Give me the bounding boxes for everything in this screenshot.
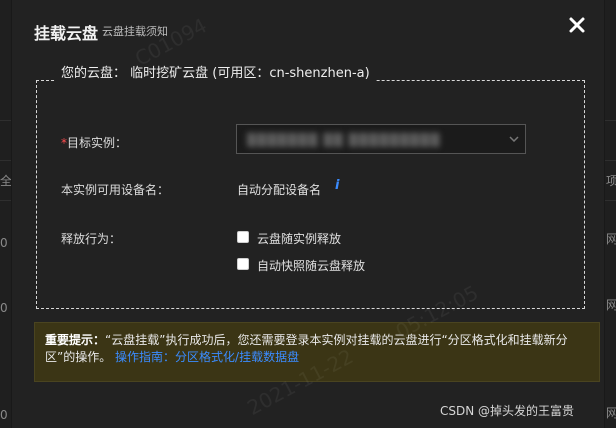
- background-text: 全: [0, 174, 13, 188]
- device-name-label: 本实例可用设备名：: [61, 183, 170, 197]
- auto-snapshot-release-label[interactable]: 自动快照随云盘释放: [257, 257, 365, 274]
- background-text: 网: [606, 406, 616, 420]
- release-behavior-label: 释放行为：: [61, 232, 122, 246]
- background-text: 网: [606, 232, 616, 246]
- device-name-value: 自动分配设备名: [237, 183, 322, 197]
- operation-guide-link[interactable]: 操作指南：分区格式化/挂载数据盘: [115, 350, 299, 364]
- release-with-instance-label[interactable]: 云盘随实例释放: [257, 230, 341, 247]
- close-button[interactable]: [567, 15, 587, 35]
- chevron-down-icon: [509, 136, 519, 142]
- disk-legend: 您的云盘： 临时挖矿云盘 (可用区：cn-shenzhen-a): [55, 62, 376, 81]
- tip-heading: 重要提示：: [45, 333, 106, 347]
- mount-disk-dialog: 挂载云盘 云盘挂载须知 您的云盘： 临时挖矿云盘 (可用区：cn-shenzhe…: [12, 0, 604, 428]
- csdn-credit: CSDN @掉头发的王富贵: [440, 404, 575, 418]
- dialog-title: 挂载云盘: [34, 24, 99, 43]
- release-with-instance-checkbox[interactable]: [237, 231, 249, 243]
- target-instance-label: *目标实例：: [61, 134, 127, 151]
- info-icon[interactable]: i: [335, 178, 339, 193]
- background-text: 网: [606, 298, 616, 312]
- target-instance-label-text: 目标实例：: [67, 136, 128, 150]
- target-instance-select[interactable]: ▒▒▒▒▒▒▒ ▒▒ ▒▒▒▒▒▒▒▒▒: [236, 124, 526, 154]
- target-instance-value: ▒▒▒▒▒▒▒ ▒▒ ▒▒▒▒▒▒▒▒▒: [247, 133, 441, 147]
- close-icon: [569, 17, 585, 33]
- background-text: 项: [606, 174, 616, 188]
- auto-snapshot-release-checkbox[interactable]: [237, 258, 249, 270]
